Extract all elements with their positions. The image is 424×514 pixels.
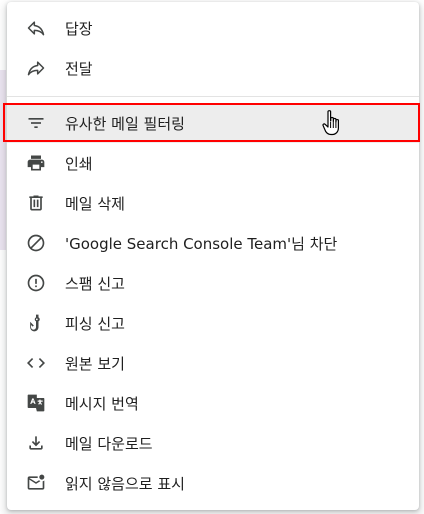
- menu-item-mark-unread[interactable]: 읽지 않음으로 표시: [7, 463, 419, 503]
- translate-icon: [24, 391, 48, 415]
- menu-item-label: 인쇄: [65, 154, 93, 173]
- filter-icon: [24, 111, 48, 135]
- menu-item-report-phishing[interactable]: 피싱 신고: [7, 303, 419, 343]
- menu-item-report-spam[interactable]: 스팸 신고: [7, 263, 419, 303]
- menu-item-show-original[interactable]: 원본 보기: [7, 343, 419, 383]
- trash-icon: [24, 191, 48, 215]
- message-more-options-menu: 답장 전달 유사한 메일 필터링 인쇄 메일 삭제 'Google Search…: [3, 2, 420, 510]
- print-icon: [24, 151, 48, 175]
- menu-item-print[interactable]: 인쇄: [7, 143, 419, 183]
- menu-item-label: 메일 삭제: [65, 194, 125, 213]
- menu-item-label: 전달: [65, 59, 93, 78]
- menu-item-label: 원본 보기: [65, 354, 125, 373]
- menu-item-label: 읽지 않음으로 표시: [65, 474, 185, 493]
- menu-item-label: 유사한 메일 필터링: [65, 114, 185, 133]
- report-spam-icon: [24, 271, 48, 295]
- menu-item-filter-similar[interactable]: 유사한 메일 필터링: [3, 103, 420, 143]
- menu-item-forward[interactable]: 전달: [7, 48, 419, 88]
- block-icon: [24, 231, 48, 255]
- menu-item-label: 메일 다운로드: [65, 434, 153, 453]
- menu-item-block-sender[interactable]: 'Google Search Console Team'님 차단: [7, 223, 419, 263]
- forward-icon: [24, 56, 48, 80]
- download-icon: [24, 431, 48, 455]
- hand-pointer-cursor-icon: [322, 110, 339, 136]
- menu-item-label: 답장: [65, 19, 93, 38]
- menu-item-reply[interactable]: 답장: [7, 8, 419, 48]
- menu-item-label: 'Google Search Console Team'님 차단: [65, 234, 338, 253]
- menu-item-delete[interactable]: 메일 삭제: [7, 183, 419, 223]
- code-brackets-icon: [24, 351, 48, 375]
- menu-item-download[interactable]: 메일 다운로드: [7, 423, 419, 463]
- background-selected-row: [0, 70, 6, 250]
- menu-item-translate[interactable]: 메시지 번역: [7, 383, 419, 423]
- phishing-hook-icon: [24, 311, 48, 335]
- menu-divider: [7, 96, 419, 97]
- menu-item-label: 피싱 신고: [65, 314, 125, 333]
- mark-unread-icon: [24, 471, 48, 495]
- menu-item-label: 메시지 번역: [65, 394, 139, 413]
- reply-icon: [24, 16, 48, 40]
- menu-item-label: 스팸 신고: [65, 274, 125, 293]
